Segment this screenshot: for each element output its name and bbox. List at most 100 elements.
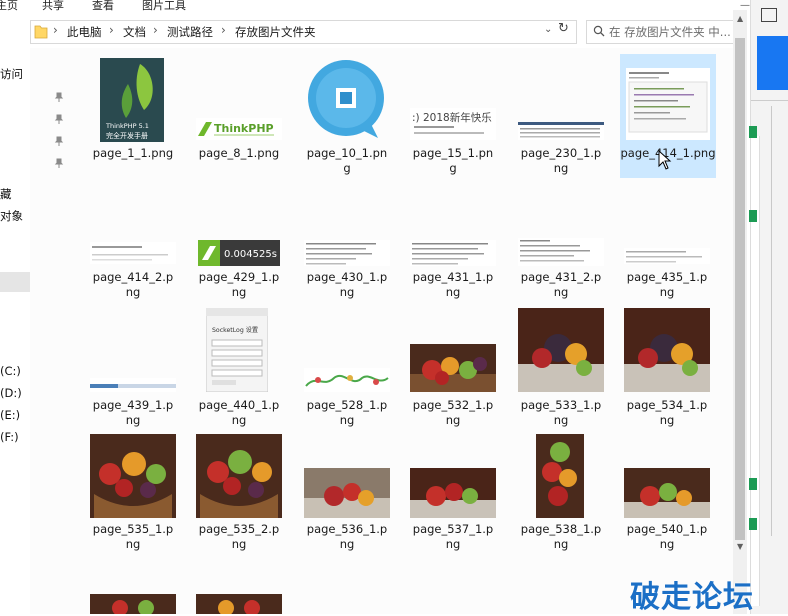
image-thumbnail — [196, 594, 282, 614]
maximize-icon[interactable] — [761, 8, 777, 22]
file-item-partial[interactable] — [90, 594, 176, 614]
image-thumbnail — [90, 594, 176, 614]
ribbon-tab-picture-tools[interactable]: 图片工具 — [142, 0, 186, 13]
pin-icon[interactable] — [54, 92, 64, 102]
image-thumbnail — [410, 240, 496, 266]
image-thumbnail: ThinkPHP — [196, 118, 282, 140]
breadcrumb-this-pc[interactable]: 此电脑 — [67, 24, 102, 40]
nav-item-quick-access[interactable]: 访问 — [0, 66, 23, 82]
file-item-page-533-1[interactable]: page_533_1.png — [518, 306, 604, 430]
file-item-page-414-2[interactable]: page_414_2.png — [90, 186, 176, 306]
image-thumbnail: ThinkPHP 5.1 完全开发手册 — [100, 58, 164, 142]
scroll-up-icon[interactable]: ▲ — [737, 14, 743, 23]
image-thumbnail — [518, 308, 604, 392]
image-thumbnail — [624, 308, 710, 392]
file-name: page_538_1.png — [520, 522, 602, 551]
breadcrumb-separator: › — [153, 23, 158, 37]
file-item-page-440-1[interactable]: SocketLog 设置 page_440_1.png — [196, 306, 282, 430]
file-name: page_536_1.png — [306, 522, 388, 551]
file-name: page_15_1.png — [412, 146, 494, 175]
file-item-page-431-2[interactable]: page_431_2.png — [518, 186, 604, 306]
file-item-page-1-1[interactable]: ThinkPHP 5.1 完全开发手册 page_1_1.png — [90, 54, 176, 184]
nav-item-drive-f[interactable]: (F:) — [0, 430, 19, 444]
address-bar[interactable]: › 此电脑 › 文档 › 测试路径 › 存放图片文件夹 — [30, 20, 577, 44]
file-item-page-537-1[interactable]: page_537_1.png — [410, 430, 496, 554]
nav-item-drive-c[interactable]: (C:) — [0, 364, 21, 378]
file-name: page_414_2.png — [92, 270, 174, 299]
breadcrumb-documents[interactable]: 文档 — [123, 24, 146, 40]
file-item-page-535-2[interactable]: page_535_2.png — [196, 430, 282, 554]
file-item-page-528-1[interactable]: page_528_1.png — [304, 306, 390, 430]
search-placeholder: 在 存放图片文件夹 中... — [609, 25, 731, 39]
file-name: page_537_1.png — [412, 522, 494, 551]
file-item-page-538-1[interactable]: page_538_1.png — [518, 430, 604, 554]
file-item-page-532-1[interactable]: page_532_1.png — [410, 306, 496, 430]
pin-icon[interactable] — [54, 114, 64, 124]
file-item-page-8-1[interactable]: ThinkPHP page_8_1.png — [196, 54, 282, 184]
file-item-page-429-1[interactable]: 0.004525s page_429_1.png — [196, 186, 282, 306]
pin-icon[interactable] — [54, 158, 64, 168]
nav-item-drive-d[interactable]: (D:) — [0, 386, 22, 400]
book-subtitle-text: 完全开发手册 — [106, 131, 148, 140]
scroll-down-icon[interactable]: ▼ — [737, 542, 743, 551]
background-window — [749, 0, 788, 614]
search-input[interactable]: 在 存放图片文件夹 中... — [586, 20, 736, 44]
nav-item-drive-e[interactable]: (E:) — [0, 408, 20, 422]
file-item-page-15-1[interactable]: :) 2018新年快乐 page_15_1.png — [410, 54, 496, 184]
image-thumbnail — [196, 434, 282, 518]
file-name: page_532_1.png — [412, 398, 494, 427]
image-thumbnail: :) 2018新年快乐 — [410, 108, 496, 140]
blue-panel — [757, 36, 788, 90]
mouse-cursor-icon — [658, 150, 672, 170]
image-thumbnail — [624, 468, 710, 518]
ribbon-tab-home[interactable]: 主页 — [0, 0, 18, 13]
ribbon-tab-share[interactable]: 共享 — [42, 0, 64, 13]
file-name: page_533_1.png — [520, 398, 602, 427]
green-marker — [749, 478, 757, 490]
socketlog-title-text: SocketLog 设置 — [212, 326, 258, 334]
file-item-page-431-1[interactable]: page_431_1.png — [410, 186, 496, 306]
file-name: page_230_1.png — [520, 146, 602, 175]
newyear-text: :) 2018新年快乐 — [412, 111, 492, 124]
divider — [771, 106, 772, 536]
file-item-partial[interactable] — [196, 594, 282, 614]
file-name: page_431_2.png — [520, 270, 602, 299]
file-item-page-230-1[interactable]: page_230_1.png — [518, 54, 604, 184]
file-name: page_435_1.png — [626, 270, 708, 299]
breadcrumb-separator: › — [221, 23, 226, 37]
image-thumbnail — [410, 344, 496, 392]
address-dropdown-icon[interactable]: ⌄ — [544, 24, 552, 35]
file-item-page-435-1[interactable]: page_435_1.png — [624, 186, 710, 306]
breadcrumb-separator: › — [109, 23, 114, 37]
green-marker — [749, 210, 757, 222]
nav-item-3d-objects[interactable]: 对象 — [0, 208, 23, 224]
refresh-icon[interactable]: ↻ — [558, 21, 569, 36]
image-thumbnail: SocketLog 设置 — [206, 308, 268, 392]
ribbon-tab-view[interactable]: 查看 — [92, 0, 114, 13]
image-thumbnail — [90, 378, 176, 392]
file-item-page-10-1[interactable]: page_10_1.png — [304, 54, 390, 184]
breadcrumb-test-path[interactable]: 测试路径 — [167, 24, 213, 40]
logo-text: ThinkPHP — [214, 122, 274, 135]
nav-item-favorites[interactable]: 藏 — [0, 186, 12, 202]
file-item-page-534-1[interactable]: page_534_1.png — [624, 306, 710, 430]
file-item-page-535-1[interactable]: page_535_1.png — [90, 430, 176, 554]
divider — [751, 100, 788, 101]
file-name: page_535_1.png — [92, 522, 174, 551]
image-thumbnail — [410, 468, 496, 518]
book-title-text: ThinkPHP 5.1 — [105, 122, 149, 130]
file-name: page_431_1.png — [412, 270, 494, 299]
file-item-page-439-1[interactable]: page_439_1.png — [90, 306, 176, 430]
image-thumbnail — [536, 434, 584, 518]
file-item-page-430-1[interactable]: page_430_1.png — [304, 186, 390, 306]
pin-icon[interactable] — [54, 136, 64, 146]
scrollbar-thumb[interactable] — [735, 38, 745, 540]
search-icon — [593, 25, 605, 37]
file-item-page-540-1[interactable]: page_540_1.png — [624, 430, 710, 554]
green-marker — [749, 126, 757, 138]
file-item-page-536-1[interactable]: page_536_1.png — [304, 430, 390, 554]
image-thumbnail — [518, 238, 604, 266]
breadcrumb-separator: › — [53, 23, 58, 37]
breadcrumb-image-folder[interactable]: 存放图片文件夹 — [235, 24, 316, 40]
file-name: page_439_1.png — [92, 398, 174, 427]
